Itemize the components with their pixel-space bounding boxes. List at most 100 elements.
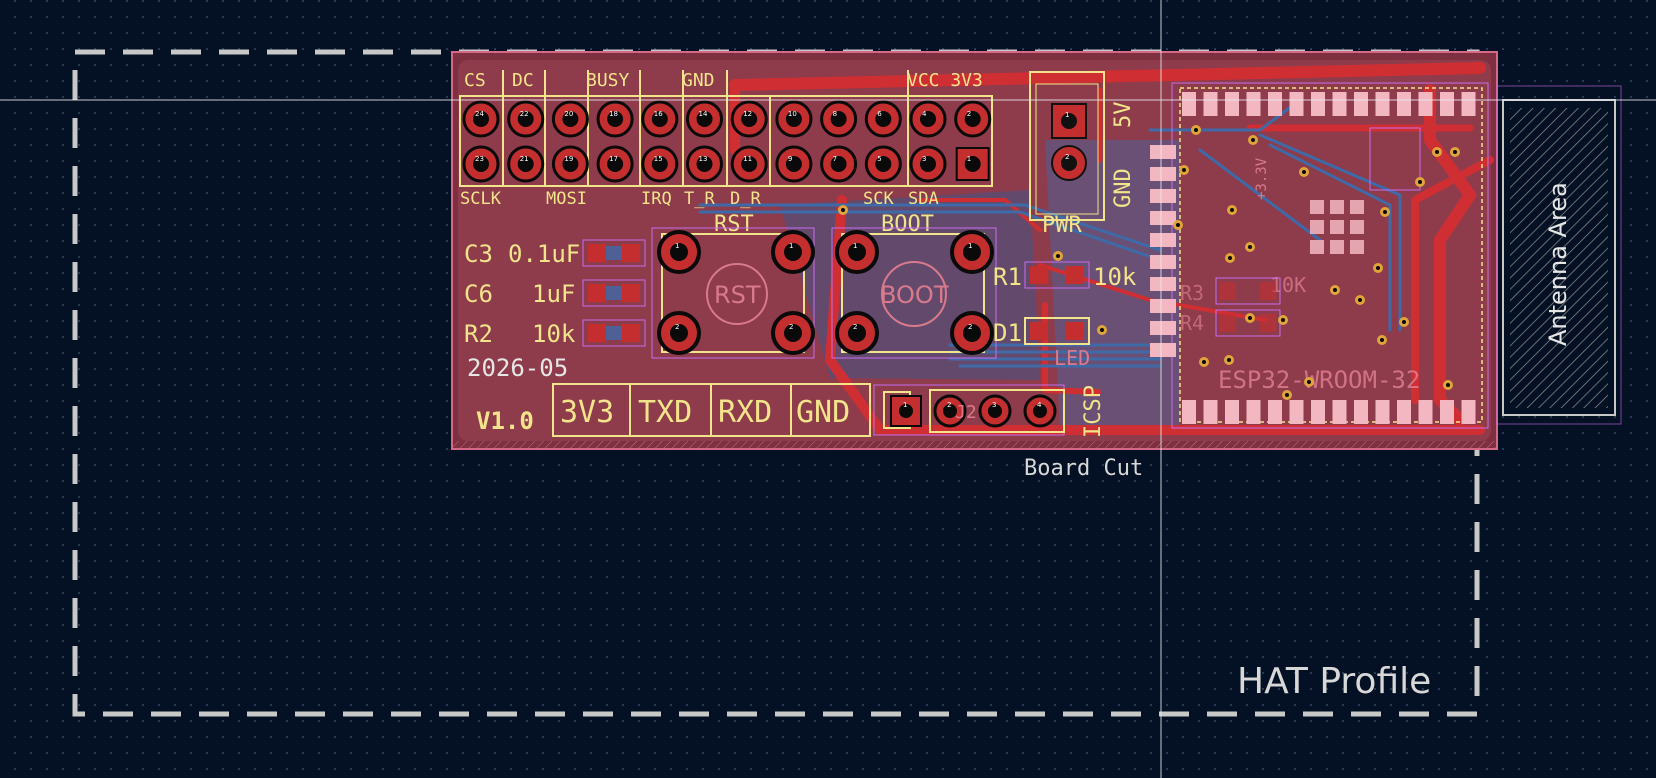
esp32-pad[interactable] — [1150, 343, 1176, 357]
esp32-pad[interactable] — [1397, 92, 1411, 116]
esp32-pad[interactable] — [1311, 400, 1325, 424]
via — [1278, 315, 1288, 325]
esp32-pad[interactable] — [1225, 400, 1239, 424]
gpio-pad-9[interactable]: 9 — [775, 145, 813, 183]
gpio-pad-11[interactable]: 11 — [730, 145, 768, 183]
esp32-pad[interactable] — [1268, 92, 1282, 116]
gpio-pad-19[interactable]: 19 — [551, 145, 589, 183]
gpio-pad-4[interactable]: 4 — [909, 100, 947, 138]
button-pad[interactable]: 1 — [835, 230, 879, 274]
button-pad[interactable]: 1 — [771, 230, 815, 274]
via — [1304, 377, 1314, 387]
gpio-pad-5[interactable]: 5 — [864, 145, 902, 183]
passive-footprints[interactable] — [582, 239, 646, 347]
button-pad[interactable]: 1 — [657, 230, 701, 274]
esp32-pad[interactable] — [1354, 400, 1368, 424]
header-label-sclk: SCLK — [460, 189, 502, 209]
esp32-pad[interactable] — [1150, 167, 1176, 181]
esp32-label: ESP32-WROOM-32 — [1218, 366, 1420, 394]
esp32-pad[interactable] — [1246, 400, 1261, 424]
esp32-pad[interactable] — [1225, 92, 1239, 116]
gpio-pad-15[interactable]: 15 — [641, 145, 679, 183]
esp32-pad[interactable] — [1289, 400, 1304, 424]
esp32-pad[interactable] — [1440, 92, 1454, 116]
esp32-pad[interactable] — [1440, 400, 1454, 424]
esp32-thermal-cell — [1330, 220, 1344, 234]
button-pad[interactable]: 2 — [771, 311, 815, 355]
via — [1373, 263, 1383, 273]
esp32-pad[interactable] — [1150, 321, 1176, 335]
gpio-pad-16[interactable]: 16 — [641, 100, 679, 138]
gpio-pad-number: 12 — [743, 110, 752, 118]
esp32-pad[interactable] — [1268, 400, 1282, 424]
pcb-canvas[interactable]: HAT Profile CS DC BUSY GND VCC 3V3 SCLK … — [0, 0, 1656, 778]
icsp-pad-4[interactable]: 4 — [1023, 394, 1057, 428]
esp32-pad[interactable] — [1203, 400, 1218, 424]
esp32-pad[interactable] — [1150, 211, 1176, 225]
esp32-pad[interactable] — [1375, 400, 1390, 424]
gpio-pad-13[interactable]: 13 — [686, 145, 723, 183]
esp32-pad[interactable] — [1311, 92, 1325, 116]
gpio-pad-6[interactable]: 6 — [864, 100, 902, 138]
esp32-pad[interactable] — [1182, 400, 1196, 424]
icsp-pad-3[interactable]: 3 — [978, 394, 1012, 428]
pwr-label: PWR — [1042, 213, 1082, 238]
via — [1415, 177, 1425, 187]
gpio-pad-2[interactable]: 2 — [954, 100, 992, 138]
esp32-silk-3v3: +3.3V — [1254, 157, 1270, 200]
gpio-pad-1[interactable]: 1 — [955, 147, 990, 181]
esp32-pad[interactable] — [1397, 400, 1411, 424]
via — [1179, 165, 1189, 175]
gpio-pad-number: 24 — [475, 110, 484, 118]
esp32-pad[interactable] — [1182, 92, 1196, 116]
esp32-pad[interactable] — [1418, 400, 1433, 424]
antenna-area: Antenna Area — [1496, 85, 1622, 425]
gpio-pad-20[interactable]: 20 — [551, 100, 589, 138]
esp32-pad[interactable] — [1418, 92, 1433, 116]
gpio-pad-22[interactable]: 22 — [507, 100, 545, 138]
gpio-pad-18[interactable]: 18 — [596, 100, 634, 138]
gpio-pad-10[interactable]: 10 — [775, 100, 813, 138]
esp32-pad[interactable] — [1150, 233, 1176, 247]
gpio-pad-number: 18 — [609, 110, 618, 118]
esp32-pad[interactable] — [1203, 92, 1218, 116]
button-pad-number: 1 — [675, 242, 679, 250]
esp32-pad[interactable] — [1150, 255, 1176, 269]
esp32-pad[interactable] — [1332, 400, 1347, 424]
esp32-pad[interactable] — [1461, 92, 1476, 116]
esp32-pad[interactable] — [1246, 92, 1261, 116]
gpio-pad-7[interactable]: 7 — [820, 145, 858, 183]
via — [1355, 295, 1365, 305]
esp32-pad[interactable] — [1150, 189, 1176, 203]
button-pad-number: 2 — [968, 323, 972, 331]
button-pad[interactable]: 1 — [950, 230, 994, 274]
gpio-pad-21[interactable]: 21 — [507, 145, 545, 183]
gpio-pad-number: 9 — [788, 155, 792, 163]
esp32-pad[interactable] — [1332, 92, 1347, 116]
gpio-pad-12[interactable]: 12 — [730, 100, 768, 138]
esp32-pad[interactable] — [1375, 92, 1390, 116]
esp32-pad[interactable] — [1461, 400, 1476, 424]
button-pad[interactable]: 2 — [835, 311, 879, 355]
esp32-pad[interactable] — [1289, 92, 1304, 116]
header-label-t-r: T_R — [684, 189, 715, 209]
gpio-pad-14[interactable]: 14 — [686, 100, 723, 138]
board-edge-hatch — [452, 441, 1497, 449]
board-cut-label: Board Cut — [1024, 456, 1143, 481]
gpio-pad-3[interactable]: 3 — [909, 145, 947, 183]
gpio-pad-24[interactable]: 24 — [462, 100, 500, 138]
esp32-pad[interactable] — [1150, 145, 1176, 159]
button-pad[interactable]: 2 — [657, 311, 701, 355]
gpio-pad-8[interactable]: 8 — [820, 100, 858, 138]
header-label-sda: SDA — [908, 189, 939, 209]
esp32-pad[interactable] — [1150, 299, 1176, 313]
esp32-pad[interactable] — [1150, 277, 1176, 291]
icsp-pad-number: 4 — [1037, 401, 1042, 409]
esp32-thermal-pad[interactable] — [1310, 200, 1364, 254]
gpio-pad-17[interactable]: 17 — [596, 145, 634, 183]
esp32-pad[interactable] — [1354, 92, 1368, 116]
gpio-pad-23[interactable]: 23 — [462, 145, 500, 183]
button-pad[interactable]: 2 — [950, 311, 994, 355]
esp32-silk-r4: R4 — [1180, 311, 1204, 335]
icsp-pad-1[interactable]: 1 — [890, 395, 922, 427]
